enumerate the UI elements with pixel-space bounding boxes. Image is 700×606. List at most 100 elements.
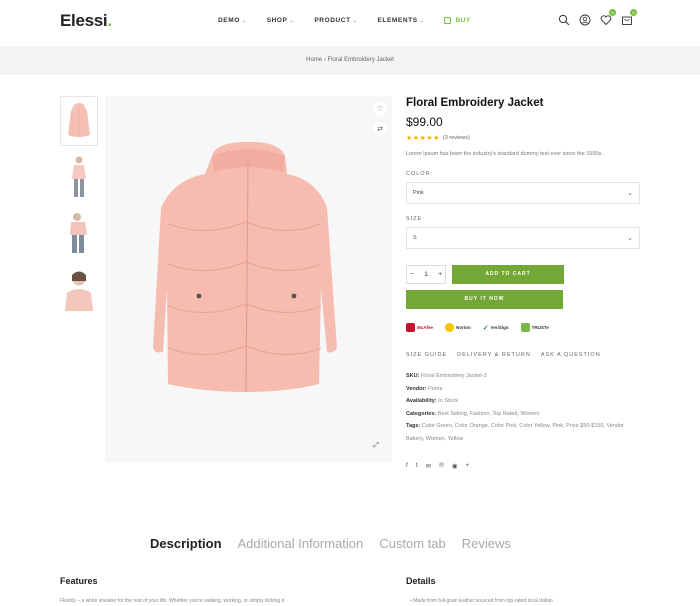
norton-badge: Norton xyxy=(445,323,471,332)
tab-description[interactable]: Description xyxy=(150,536,222,551)
size-label: SIZE: xyxy=(406,216,425,222)
trust-badges: McAfee Norton ✓ VeriSign TRUSTe xyxy=(406,323,640,332)
size-select-value: S xyxy=(413,235,417,241)
messenger-icon[interactable]: ◉ xyxy=(452,462,458,470)
categories-value[interactable]: Best Selling, Fashion, Top Rated, Women xyxy=(438,411,540,417)
verisign-badge: ✓ VeriSign xyxy=(483,324,509,332)
nav-label: ELEMENTS xyxy=(377,17,418,24)
features-heading: Features xyxy=(60,576,98,586)
product-links: SIZE GUIDE DELIVERY & RETURN ASK A QUEST… xyxy=(406,352,640,358)
sku-value: Floral Embroidery Jacket-3 xyxy=(420,373,487,379)
nav-item-buy[interactable]: BUY xyxy=(444,17,471,24)
quantity-stepper[interactable]: − 1 + xyxy=(406,265,446,284)
badge-label: McAfee xyxy=(417,325,434,330)
tags-label: Tags: xyxy=(406,423,421,429)
truste-badge: TRUSTe xyxy=(520,323,549,332)
qty-plus-button[interactable]: + xyxy=(438,271,442,278)
mcafee-icon xyxy=(406,323,415,332)
compare-icon[interactable]: ⇄ xyxy=(373,122,387,136)
nav-item-shop[interactable]: SHOP ⌄ xyxy=(267,17,295,24)
tab-additional-information[interactable]: Additional Information xyxy=(238,536,364,551)
color-select[interactable]: Pink ⌄ xyxy=(406,182,640,204)
vendor-label: Vendor: xyxy=(406,385,427,392)
header-icons: 0 0 xyxy=(558,9,637,26)
features-text: Fleshly – a white sneaker for the rest o… xyxy=(60,598,285,604)
color-select-value: Pink xyxy=(413,190,424,196)
thumbnail-4[interactable] xyxy=(60,264,98,314)
norton-icon xyxy=(445,323,455,332)
search-icon[interactable] xyxy=(558,13,570,26)
sku-row: SKU: Floral Embroidery Jacket-3 xyxy=(406,370,640,383)
share-icon[interactable]: + xyxy=(466,462,470,470)
nav-item-product[interactable]: PRODUCT ⌄ xyxy=(314,17,357,24)
tab-reviews[interactable]: Reviews xyxy=(462,536,511,551)
chevron-down-icon: ⌄ xyxy=(352,17,358,24)
breadcrumb-bar: Home › Floral Embroidery Jacket xyxy=(0,46,700,75)
expand-icon[interactable]: ⤢ xyxy=(369,439,383,453)
cart-icon xyxy=(444,17,452,24)
chevron-down-icon: ⌄ xyxy=(241,17,247,24)
add-to-cart-button[interactable]: ADD TO CART xyxy=(452,265,564,284)
product-meta: SKU: Floral Embroidery Jacket-3 Vendor: … xyxy=(406,370,640,445)
breadcrumb-current: Floral Embroidery Jacket xyxy=(327,57,394,63)
breadcrumb-separator: › xyxy=(323,57,326,63)
jacket-image xyxy=(153,142,337,393)
vendor-value[interactable]: Puma xyxy=(428,386,442,392)
breadcrumb-home[interactable]: Home xyxy=(306,57,322,63)
nav-item-demo[interactable]: DEMO ⌄ xyxy=(218,17,247,24)
nav-label: DEMO xyxy=(218,17,240,24)
chevron-down-icon: ⌄ xyxy=(627,235,633,242)
details-heading: Details xyxy=(406,576,436,586)
badge-label: TRUSTe xyxy=(531,325,549,330)
nav-label: SHOP xyxy=(266,17,288,24)
truste-icon xyxy=(520,323,530,332)
size-guide-link[interactable]: SIZE GUIDE xyxy=(406,352,447,358)
site-logo[interactable]: Elessi. xyxy=(60,11,112,31)
tab-custom[interactable]: Custom tab xyxy=(379,536,445,551)
chevron-down-icon: ⌄ xyxy=(627,190,633,197)
site-header: Elessi. DEMO ⌄ SHOP ⌄ PRODUCT ⌄ ELEMENTS ⌄ B… xyxy=(0,0,700,46)
availability-label: Availability: xyxy=(406,398,437,404)
product-main-image[interactable]: ♡ ⇄ ⤢ xyxy=(105,96,392,462)
star-rating-icon: ★★★★★ xyxy=(406,135,440,142)
ask-question-link[interactable]: ASK A QUESTION xyxy=(541,352,601,358)
pinterest-icon[interactable]: ℗ xyxy=(439,462,444,470)
vendor-row: Vendor: Puma xyxy=(406,383,640,396)
delivery-return-link[interactable]: DELIVERY & RETURN xyxy=(457,352,531,358)
email-icon[interactable]: ✉ xyxy=(426,462,431,470)
wishlist-icon[interactable]: 0 xyxy=(600,9,616,26)
size-select[interactable]: S ⌄ xyxy=(406,227,640,249)
thumbnail-2[interactable] xyxy=(60,152,98,202)
facebook-icon[interactable]: f xyxy=(406,462,408,470)
color-label: COLOR: xyxy=(406,171,434,177)
availability-row: Availability: In Stock xyxy=(406,395,640,408)
chevron-down-icon: ⌄ xyxy=(289,17,295,24)
tags-value[interactable]: Color Green, Color Orange, Color Pink, C… xyxy=(406,423,624,442)
nav-label: PRODUCT xyxy=(314,17,351,24)
product-thumbnails xyxy=(60,96,98,320)
product-rating: ★★★★★ (3 reviews) xyxy=(406,134,640,142)
wishlist-count-badge: 0 xyxy=(609,9,616,16)
thumbnail-1[interactable] xyxy=(60,96,98,146)
heart-icon[interactable]: ♡ xyxy=(373,102,387,116)
product-info: Floral Embroidery Jacket $99.00 ★★★★★ (3… xyxy=(406,96,640,470)
twitter-icon[interactable]: t xyxy=(416,462,418,470)
buy-now-button[interactable]: BUY IT NOW xyxy=(406,290,563,309)
categories-label: Categories: xyxy=(406,410,437,417)
thumbnail-3[interactable] xyxy=(60,208,98,258)
badge-label: Norton xyxy=(456,325,471,330)
tags-row: Tags: Color Green, Color Orange, Color P… xyxy=(406,420,636,445)
qty-value[interactable]: 1 xyxy=(424,271,428,278)
cart-icon[interactable]: 0 xyxy=(621,9,637,25)
qty-minus-button[interactable]: − xyxy=(410,271,414,278)
user-icon[interactable] xyxy=(579,13,591,26)
product-short-description: Lorem Ipsum has been the industry's stan… xyxy=(406,151,603,157)
cart-count-badge: 0 xyxy=(630,9,637,16)
nav-item-elements[interactable]: ELEMENTS ⌄ xyxy=(377,17,424,24)
reviews-link[interactable]: (3 reviews) xyxy=(443,135,470,141)
badge-label: VeriSign xyxy=(490,325,509,330)
purchase-row: − 1 + ADD TO CART xyxy=(406,265,640,284)
logo-text: Elessi xyxy=(60,11,108,30)
checkmark-icon: ✓ xyxy=(482,324,489,332)
sku-label: SKU: xyxy=(406,373,420,379)
